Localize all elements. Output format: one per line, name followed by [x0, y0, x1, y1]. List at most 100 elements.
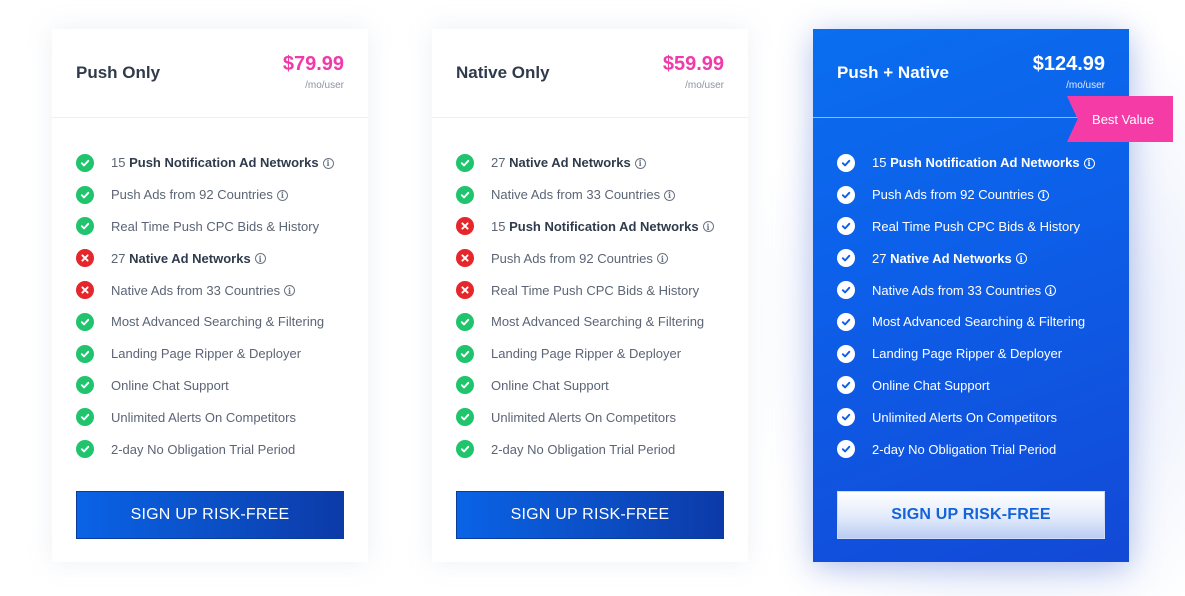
- feature-text: 27 Native Ad Networks i: [111, 251, 266, 266]
- feature-text: 27 Native Ad Networks i: [491, 155, 646, 170]
- feature-text-bold: Native Ad Networks: [509, 155, 631, 171]
- feature-text-pre: Native Ads from 33 Countries: [872, 282, 1042, 298]
- feature-item: Push Ads from 92 Countries i: [837, 179, 1119, 211]
- feature-list: 15 Push Notification Ad Networks i Push Ad…: [76, 147, 358, 465]
- check-icon: [76, 312, 94, 331]
- feature-text: 27 Native Ad Networks i: [872, 251, 1027, 266]
- feature-list: 27 Native Ad Networks i Native Ads from 33…: [456, 147, 738, 465]
- feature-text: Native Ads from 33 Countries i: [111, 283, 296, 298]
- feature-item: Landing Page Ripper & Deployer: [837, 338, 1119, 370]
- feature-item: 27 Native Ad Networks i: [837, 242, 1119, 274]
- info-icon[interactable]: i: [664, 189, 676, 201]
- feature-text-pre: Online Chat Support: [491, 377, 609, 393]
- check-icon: [456, 408, 474, 427]
- feature-text: 2-day No Obligation Trial Period: [111, 442, 295, 457]
- feature-text-pre: 15: [111, 155, 130, 171]
- check-icon: [837, 312, 855, 331]
- feature-text-bold: Push Notification Ad Networks: [890, 155, 1080, 171]
- feature-text: Online Chat Support: [111, 378, 229, 393]
- check-icon: [456, 344, 474, 363]
- check-icon: [76, 408, 94, 427]
- feature-item: Native Ads from 33 Countries i: [76, 274, 358, 306]
- feature-text: 15 Push Notification Ad Networks i: [111, 155, 334, 170]
- check-icon: [76, 344, 94, 363]
- feature-text-bold: Push Notification Ad Networks: [509, 218, 699, 234]
- best-value-badge: Best Value: [1067, 96, 1173, 142]
- info-icon[interactable]: i: [634, 157, 646, 169]
- feature-item: Real Time Push CPC Bids & History: [76, 211, 358, 243]
- feature-item: 15 Push Notification Ad Networks i: [76, 147, 358, 179]
- feature-text-pre: 2-day No Obligation Trial Period: [491, 441, 676, 457]
- feature-text-pre: 27: [111, 250, 130, 266]
- plan-card-native-only: Native Only $59.99 /mo/user 27 Native Ad…: [432, 29, 748, 562]
- feature-text: Landing Page Ripper & Deployer: [111, 346, 301, 361]
- signup-button[interactable]: SIGN UP RISK-FREE: [76, 491, 344, 539]
- plan-price: $79.99: [282, 53, 344, 75]
- cross-icon: [76, 249, 94, 268]
- plan-name: Push + Native: [837, 63, 949, 82]
- feature-text-pre: Native Ads from 33 Countries: [491, 187, 661, 203]
- info-icon[interactable]: i: [254, 253, 266, 265]
- feature-text: Real Time Push CPC Bids & History: [872, 219, 1080, 234]
- feature-text: Unlimited Alerts On Competitors: [872, 410, 1057, 425]
- feature-text-pre: Real Time Push CPC Bids & History: [111, 218, 320, 234]
- info-icon[interactable]: i: [284, 285, 296, 297]
- feature-item: Push Ads from 92 Countries i: [456, 242, 738, 274]
- info-icon[interactable]: i: [1083, 157, 1095, 169]
- feature-text: Online Chat Support: [491, 378, 609, 393]
- feature-text-pre: Unlimited Alerts On Competitors: [111, 409, 296, 425]
- feature-item: Unlimited Alerts On Competitors: [837, 401, 1119, 433]
- feature-text: Landing Page Ripper & Deployer: [872, 346, 1062, 361]
- cross-icon: [76, 281, 94, 300]
- info-icon[interactable]: i: [1015, 253, 1027, 265]
- signup-button[interactable]: SIGN UP RISK-FREE: [456, 491, 724, 539]
- feature-item: Push Ads from 92 Countries i: [76, 179, 358, 211]
- feature-item: Online Chat Support: [837, 370, 1119, 402]
- check-icon: [837, 440, 855, 459]
- info-icon[interactable]: i: [702, 221, 714, 233]
- cross-icon: [456, 281, 474, 300]
- feature-text-pre: Online Chat Support: [111, 377, 229, 393]
- plan-card-push-only: Push Only $79.99 /mo/user 15 Push Notifi…: [52, 29, 368, 562]
- feature-list: 15 Push Notification Ad Networks i Push Ad…: [837, 147, 1119, 465]
- check-icon: [76, 153, 94, 172]
- price-period: /mo/user: [1066, 80, 1105, 91]
- feature-text: Landing Page Ripper & Deployer: [491, 346, 681, 361]
- info-icon[interactable]: i: [1037, 189, 1049, 201]
- feature-text-pre: Real Time Push CPC Bids & History: [872, 218, 1081, 234]
- plan-header: Native Only $59.99 /mo/user: [432, 29, 748, 118]
- check-icon: [837, 153, 855, 172]
- info-icon[interactable]: i: [656, 253, 668, 265]
- feature-text: Online Chat Support: [872, 378, 990, 393]
- feature-item: Real Time Push CPC Bids & History: [837, 211, 1119, 243]
- info-icon[interactable]: i: [276, 189, 288, 201]
- check-icon: [456, 185, 474, 204]
- feature-text-pre: 27: [872, 250, 891, 266]
- feature-text-pre: Push Ads from 92 Countries: [491, 250, 653, 266]
- feature-text: Real Time Push CPC Bids & History: [491, 283, 699, 298]
- feature-text-pre: 15: [872, 155, 891, 171]
- feature-item: Online Chat Support: [456, 370, 738, 402]
- feature-item: 2-day No Obligation Trial Period: [456, 433, 738, 465]
- feature-item: 15 Push Notification Ad Networks i: [837, 147, 1119, 179]
- check-icon: [456, 312, 474, 331]
- signup-button[interactable]: SIGN UP RISK-FREE: [837, 491, 1105, 539]
- feature-text: Most Advanced Searching & Filtering: [111, 314, 324, 329]
- check-icon: [837, 185, 855, 204]
- feature-text: Most Advanced Searching & Filtering: [872, 314, 1085, 329]
- info-icon[interactable]: i: [1045, 285, 1057, 297]
- check-icon: [837, 281, 855, 300]
- feature-item: Most Advanced Searching & Filtering: [76, 306, 358, 338]
- feature-item: Native Ads from 33 Countries i: [837, 274, 1119, 306]
- feature-text: Unlimited Alerts On Competitors: [111, 410, 296, 425]
- check-icon: [837, 344, 855, 363]
- feature-item: Unlimited Alerts On Competitors: [456, 401, 738, 433]
- feature-text-pre: 2-day No Obligation Trial Period: [872, 441, 1057, 457]
- info-icon[interactable]: i: [322, 157, 334, 169]
- feature-text: Native Ads from 33 Countries i: [491, 187, 676, 203]
- check-icon: [837, 249, 855, 268]
- feature-text: Push Ads from 92 Countries i: [111, 187, 288, 202]
- feature-text-bold: Native Ad Networks: [890, 250, 1012, 266]
- check-icon: [76, 217, 94, 236]
- feature-text-pre: Unlimited Alerts On Competitors: [872, 409, 1057, 425]
